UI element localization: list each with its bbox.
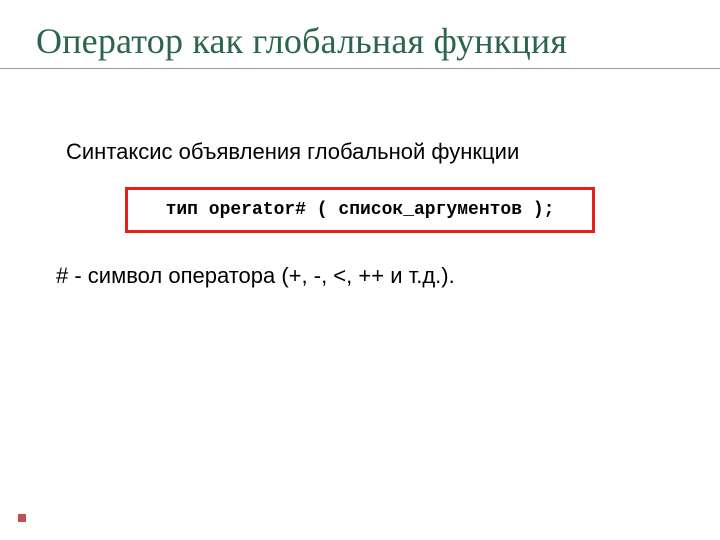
syntax-box: тип operator# ( список_аргументов );	[125, 187, 595, 233]
operator-note: # - символ оператора (+, -, <, ++ и т.д.…	[56, 263, 684, 289]
page-title: Оператор как глобальная функция	[36, 20, 684, 62]
slide: Оператор как глобальная функция Синтакси…	[0, 0, 720, 289]
accent-square-icon	[18, 514, 26, 522]
syntax-code: тип operator# ( список_аргументов );	[166, 200, 555, 220]
syntax-subhead: Синтаксис объявления глобальной функции	[66, 139, 684, 165]
title-underline	[0, 68, 720, 69]
